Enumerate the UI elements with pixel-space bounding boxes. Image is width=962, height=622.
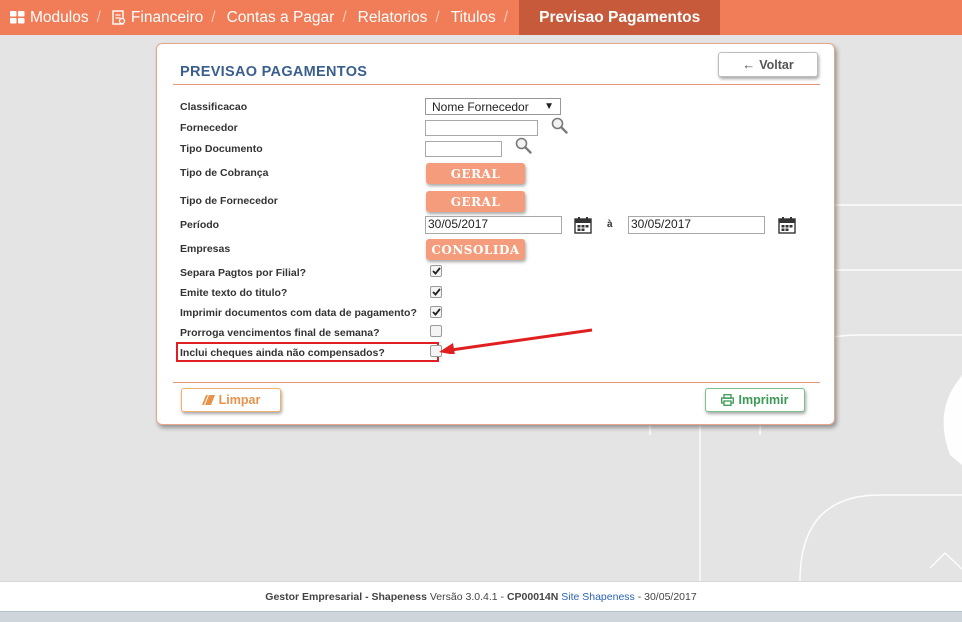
checkmark-icon — [431, 308, 441, 316]
tipo-cobranca-button[interactable]: GERAL — [426, 163, 525, 184]
nav-contas-a-pagar[interactable]: Contas a Pagar / — [217, 0, 348, 35]
report-panel: PREVISAO PAGAMENTOS ← Voltar Classificac… — [156, 43, 835, 425]
fornecedor-label: Fornecedor — [180, 122, 238, 134]
periodo-from-input[interactable]: 30/05/2017 — [425, 216, 562, 234]
check-label-prorroga-vencimentos: Prorroga vencimentos final de semana? — [180, 327, 380, 339]
nav-label: Titulos — [450, 8, 496, 26]
checkmark-icon — [431, 267, 441, 275]
check-label-inclui-cheques: Inclui cheques ainda não compensados? — [180, 347, 385, 359]
check-label-emite-texto: Emite texto do titulo? — [180, 287, 288, 299]
calendar-icon[interactable] — [574, 217, 592, 234]
check-label-imprimir-documentos: Imprimir documentos com data de pagament… — [180, 307, 417, 319]
classificacao-label: Classificacao — [180, 101, 248, 113]
tipo-documento-label: Tipo Documento — [180, 143, 263, 155]
nav-financeiro[interactable]: Financeiro / — [102, 0, 217, 35]
classificacao-select[interactable]: Nome Fornecedor ▼ — [425, 98, 561, 115]
divider — [173, 382, 820, 383]
breadcrumb-separator: / — [342, 8, 347, 26]
breadcrumb-separator: / — [96, 8, 101, 26]
printer-icon — [721, 394, 735, 406]
eraser-icon — [201, 395, 215, 405]
back-button-label: Voltar — [759, 57, 794, 72]
annotation-arrow — [439, 328, 593, 354]
nav-label: Financeiro — [130, 8, 204, 26]
search-icon[interactable] — [551, 117, 569, 134]
empresas-label: Empresas — [180, 243, 231, 255]
print-button[interactable]: Imprimir — [705, 388, 805, 412]
nav-titulos[interactable]: Titulos / — [441, 0, 509, 35]
top-navigation: Modulos / Financeiro / Contas a Pagar / … — [0, 0, 962, 35]
tipo-documento-input[interactable] — [425, 141, 502, 157]
window-bottom-bar — [0, 611, 962, 622]
calendar-icon[interactable] — [778, 217, 796, 234]
footer-code: CP00014N — [506, 591, 559, 603]
divider — [173, 84, 820, 85]
caret-down-icon: ▼ — [544, 101, 554, 112]
emite-texto-checkbox[interactable] — [430, 286, 442, 298]
footer-app-name: Gestor Empresarial - Shapeness — [265, 591, 427, 603]
periodo-separator: à — [607, 219, 613, 230]
periodo-to-input[interactable]: 30/05/2017 — [628, 216, 765, 234]
nav-relatorios[interactable]: Relatorios / — [348, 0, 441, 35]
periodo-label: Período — [180, 219, 220, 231]
checkmark-icon — [431, 288, 441, 296]
page-title: PREVISAO PAGAMENTOS — [180, 64, 368, 80]
separa-pagtos-checkbox[interactable] — [430, 265, 442, 277]
grid-icon — [10, 11, 25, 24]
breadcrumb-separator: / — [503, 8, 509, 26]
tipo-fornecedor-button[interactable]: GERAL — [426, 191, 525, 212]
nav-label: Modulos — [30, 8, 89, 26]
tipo-cobranca-label: Tipo de Cobrança — [180, 167, 269, 179]
breadcrumb-separator: / — [435, 8, 440, 26]
search-icon[interactable] — [515, 137, 533, 154]
clear-button-label: Limpar — [218, 393, 261, 407]
nav-label: Contas a Pagar — [226, 8, 335, 26]
empresas-button[interactable]: CONSOLIDA — [426, 239, 525, 260]
print-button-label: Imprimir — [738, 393, 789, 407]
check-label-separa-pagtos: Separa Pagtos por Filial? — [180, 267, 307, 279]
report-icon — [112, 10, 126, 25]
arrow-left-icon: ← — [742, 57, 756, 72]
imprimir-documentos-checkbox[interactable] — [430, 306, 442, 318]
clear-button[interactable]: Limpar — [181, 388, 281, 412]
nav-previsao-pagamentos[interactable]: Previsao Pagamentos — [519, 0, 721, 35]
tipo-fornecedor-label: Tipo de Fornecedor — [180, 195, 278, 207]
footer: Gestor Empresarial - Shapeness Versão 3.… — [0, 581, 962, 612]
footer-version: Versão 3.0.4.1 - — [429, 591, 505, 603]
back-button[interactable]: ← Voltar — [718, 52, 818, 77]
breadcrumb-separator: / — [211, 8, 216, 26]
classificacao-value: Nome Fornecedor — [432, 99, 529, 114]
fornecedor-input[interactable] — [425, 120, 538, 136]
nav-modulos[interactable]: Modulos / — [0, 0, 102, 35]
nav-label: Relatorios — [357, 8, 428, 26]
footer-site-link[interactable]: Site Shapeness — [561, 591, 635, 603]
footer-date: - 30/05/2017 — [637, 591, 697, 603]
